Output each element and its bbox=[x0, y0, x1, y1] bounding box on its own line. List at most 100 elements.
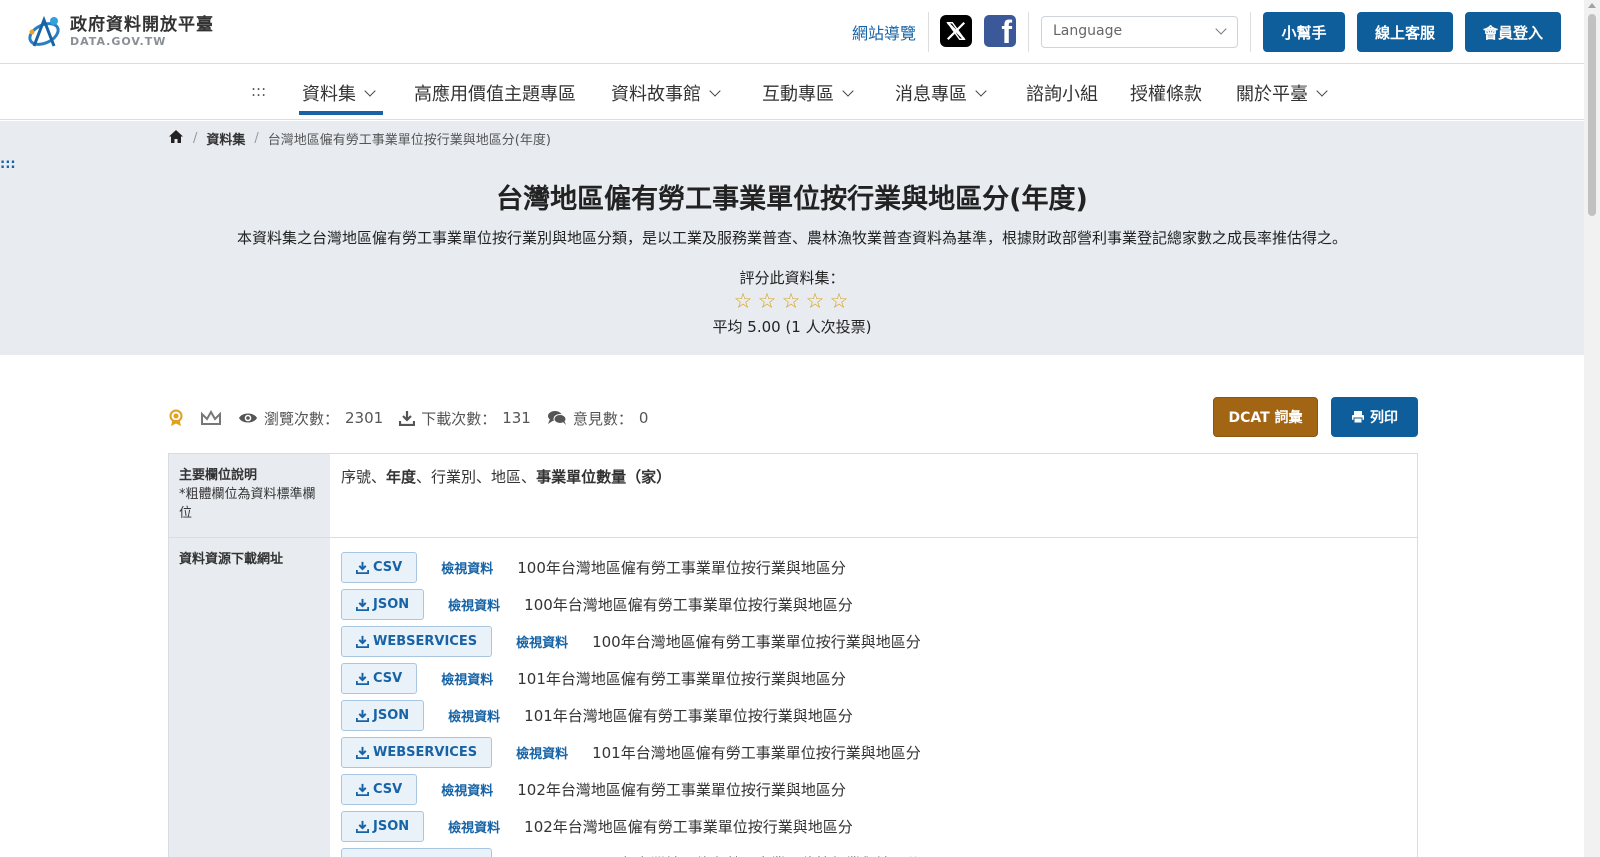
format-label: CSV bbox=[373, 782, 403, 797]
comments-count: 0 bbox=[638, 409, 649, 427]
view-data-link[interactable]: 檢視資料 bbox=[516, 743, 568, 762]
row-header: 資料資源下載網址 bbox=[169, 538, 330, 857]
x-twitter-icon[interactable] bbox=[940, 15, 972, 47]
nav-item-high-value[interactable]: 高應用價值主題專區 bbox=[414, 80, 576, 106]
nav-item-data-stories[interactable]: 資料故事館 bbox=[611, 80, 721, 106]
view-data-link[interactable]: 檢視資料 bbox=[448, 595, 500, 614]
nav-label: 諮詢小組 bbox=[1026, 84, 1098, 105]
rating-stars[interactable]: ☆ ☆ ☆ ☆ ☆ bbox=[731, 289, 851, 313]
dataset-banner: / 資料集 / 台灣地區僱有勞工事業單位按行業與地區分(年度) ::: 台灣地區… bbox=[0, 121, 1584, 355]
print-label: 列印 bbox=[1370, 410, 1398, 426]
home-icon[interactable] bbox=[168, 129, 184, 148]
breadcrumb-datasets[interactable]: 資料集 bbox=[206, 129, 245, 148]
scroll-up-arrow-icon[interactable] bbox=[1588, 3, 1596, 8]
star-icon[interactable]: ☆ bbox=[827, 289, 851, 313]
nav-item-advisory[interactable]: 諮詢小組 bbox=[1026, 80, 1098, 106]
star-icon[interactable]: ☆ bbox=[731, 289, 755, 313]
format-label: JSON bbox=[373, 819, 410, 834]
site-logo[interactable]: 政府資料開放平臺 DATA.GOV.TW bbox=[24, 12, 214, 52]
language-select[interactable]: Language bbox=[1041, 16, 1238, 48]
print-icon bbox=[1351, 410, 1365, 424]
resource-name: 100年台灣地區僱有勞工事業單位按行業與地區分 bbox=[524, 596, 853, 614]
nav-accesskey[interactable]: ::: bbox=[251, 82, 266, 100]
nav-item-datasets[interactable]: 資料集 bbox=[302, 80, 376, 106]
content-accesskey[interactable]: ::: bbox=[0, 157, 16, 172]
format-label: WEBSERVICES bbox=[373, 634, 478, 649]
chevron-down-icon bbox=[364, 84, 376, 97]
view-data-link[interactable]: 檢視資料 bbox=[441, 558, 493, 577]
print-button[interactable]: 列印 bbox=[1331, 397, 1418, 437]
download-webservices-button[interactable]: WEBSERVICES bbox=[341, 848, 493, 857]
nav-label: 互動專區 bbox=[762, 84, 834, 105]
chevron-down-icon bbox=[975, 84, 987, 97]
star-icon[interactable]: ☆ bbox=[803, 289, 827, 313]
download-csv-button[interactable]: CSV bbox=[341, 552, 418, 583]
facebook-icon[interactable]: f bbox=[984, 15, 1016, 47]
download-json-button[interactable]: JSON bbox=[341, 700, 425, 731]
resource-name: 102年台灣地區僱有勞工事業單位按行業與地區分 bbox=[592, 853, 921, 857]
dataset-description: 本資料集之台灣地區僱有勞工事業單位按行業別與地區分類，是以工業及服務業普查、農林… bbox=[236, 229, 1347, 247]
format-label: JSON bbox=[373, 597, 410, 612]
helper-button[interactable]: 小幫手 bbox=[1263, 12, 1345, 52]
chevron-down-icon bbox=[1316, 84, 1328, 97]
download-icon bbox=[356, 820, 369, 833]
format-label: JSON bbox=[373, 708, 410, 723]
field-part: 、 bbox=[371, 468, 387, 486]
divider bbox=[1250, 12, 1251, 52]
download-json-button[interactable]: JSON bbox=[341, 811, 425, 842]
view-data-link[interactable]: 檢視資料 bbox=[441, 780, 493, 799]
divider bbox=[1028, 12, 1029, 52]
dataset-stats: 瀏覽次數： 2301 下載次數： 131 意見數： 0 bbox=[168, 406, 664, 430]
download-icon bbox=[356, 709, 369, 722]
download-webservices-button[interactable]: WEBSERVICES bbox=[341, 737, 493, 768]
dcat-vocabulary-button[interactable]: DCAT 詞彙 bbox=[1213, 397, 1318, 437]
award-icon bbox=[168, 409, 184, 427]
download-csv-button[interactable]: CSV bbox=[341, 663, 418, 694]
language-select-value: Language bbox=[1053, 23, 1123, 39]
downloads-stat: 下載次數： 131 bbox=[399, 408, 531, 429]
member-login-button[interactable]: 會員登入 bbox=[1465, 12, 1561, 52]
star-icon[interactable]: ☆ bbox=[755, 289, 779, 313]
sitemap-link[interactable]: 網站導覽 bbox=[852, 20, 916, 44]
field-part: 、行業別、地區、 bbox=[416, 468, 537, 486]
star-icon[interactable]: ☆ bbox=[779, 289, 803, 313]
comments-stat: 意見數： 0 bbox=[547, 408, 649, 429]
downloads-label: 下載次數： bbox=[421, 409, 497, 428]
nav-item-about[interactable]: 關於平臺 bbox=[1236, 80, 1328, 106]
download-icon bbox=[356, 672, 369, 685]
nav-item-license[interactable]: 授權條款 bbox=[1130, 80, 1202, 106]
download-json-button[interactable]: JSON bbox=[341, 589, 425, 620]
view-data-link[interactable]: 檢視資料 bbox=[516, 632, 568, 651]
views-stat: 瀏覽次數： 2301 bbox=[238, 408, 383, 429]
breadcrumb-separator: / bbox=[254, 131, 259, 146]
nav-item-interactive[interactable]: 互動專區 bbox=[762, 80, 854, 106]
customer-service-button[interactable]: 線上客服 bbox=[1357, 12, 1453, 52]
download-webservices-button[interactable]: WEBSERVICES bbox=[341, 626, 493, 657]
view-data-link[interactable]: 檢視資料 bbox=[441, 669, 493, 688]
format-label: WEBSERVICES bbox=[373, 745, 478, 760]
list-item: WEBSERVICES 檢視資料 100年台灣地區僱有勞工事業單位按行業與地區分 bbox=[341, 623, 921, 660]
nav-label: 高應用價值主題專區 bbox=[414, 84, 576, 105]
rating-average: 平均 5.00 (1 人次投票) bbox=[712, 318, 872, 336]
logo-title: 政府資料開放平臺 bbox=[70, 15, 214, 35]
chevron-down-icon bbox=[1215, 23, 1227, 35]
scroll-thumb[interactable] bbox=[1588, 14, 1596, 216]
resource-name: 101年台灣地區僱有勞工事業單位按行業與地區分 bbox=[517, 670, 846, 688]
divider bbox=[928, 12, 929, 52]
resources-header: 資料資源下載網址 bbox=[179, 552, 284, 567]
logo-icon bbox=[24, 12, 64, 52]
download-icon bbox=[356, 561, 369, 574]
download-csv-button[interactable]: CSV bbox=[341, 774, 418, 805]
main-nav: ::: 資料集 高應用價值主題專區 資料故事館 互動專區 消息專區 諮詢小組 授… bbox=[0, 64, 1584, 120]
view-data-link[interactable]: 檢視資料 bbox=[448, 706, 500, 725]
view-data-link[interactable]: 檢視資料 bbox=[448, 817, 500, 836]
list-item: JSON 檢視資料 101年台灣地區僱有勞工事業單位按行業與地區分 bbox=[341, 697, 921, 734]
list-item: CSV 檢視資料 101年台灣地區僱有勞工事業單位按行業與地區分 bbox=[341, 660, 921, 697]
field-part: 序號 bbox=[341, 468, 372, 486]
nav-item-news[interactable]: 消息專區 bbox=[895, 80, 987, 106]
logo-subtitle: DATA.GOV.TW bbox=[70, 35, 167, 48]
list-item: WEBSERVICES 檢視資料 101年台灣地區僱有勞工事業單位按行業與地區分 bbox=[341, 734, 921, 771]
views-label: 瀏覽次數： bbox=[264, 409, 340, 428]
nav-active-indicator bbox=[299, 111, 383, 115]
scrollbar[interactable] bbox=[1584, 0, 1600, 857]
